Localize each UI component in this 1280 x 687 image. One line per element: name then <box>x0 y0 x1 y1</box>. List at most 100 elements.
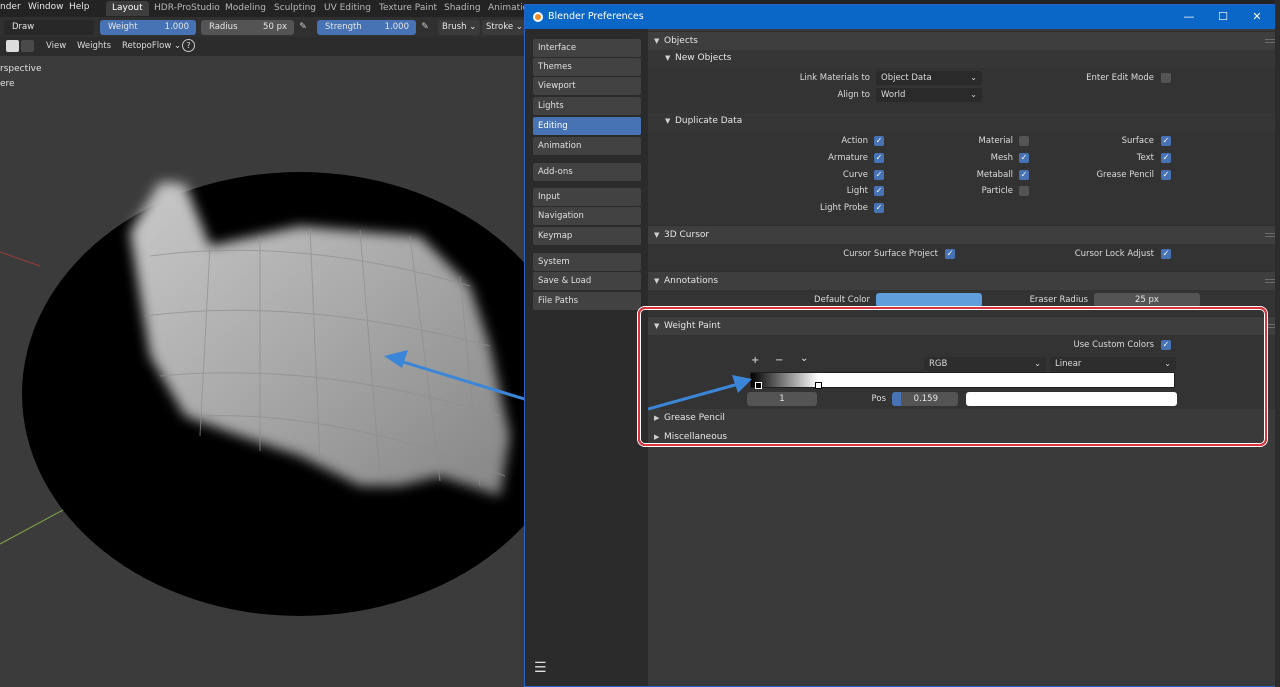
tab-sculpting[interactable]: Sculpting <box>268 1 322 16</box>
weight-field[interactable]: Weight 1.000 <box>100 20 196 35</box>
enter-edit-mode-checkbox[interactable] <box>1161 73 1171 83</box>
view-menu[interactable]: View <box>46 41 66 51</box>
panel-miscellaneous-header[interactable]: ▶ Miscellaneous <box>648 428 1280 442</box>
tab-texture-paint[interactable]: Texture Paint <box>373 1 443 16</box>
tab-uv-editing[interactable]: UV Editing <box>318 1 377 16</box>
dup-curve-label: Curve <box>842 170 868 180</box>
brush-name: Draw <box>12 22 35 32</box>
dup-surface-checkbox[interactable]: ✓ <box>1161 136 1171 146</box>
strength-pressure-icon[interactable]: ✎ <box>419 20 431 35</box>
sidebar-item-lights[interactable]: Lights <box>533 97 641 115</box>
sidebar-item-editing[interactable]: Editing <box>533 117 641 135</box>
subpanel-duplicate-data-header[interactable]: ▼ Duplicate Data <box>648 113 1280 131</box>
chevron-down-icon: ⌄ <box>1034 359 1041 368</box>
dup-light-probe-checkbox[interactable]: ✓ <box>874 203 884 213</box>
subpanel-new-objects-header[interactable]: ▼ New Objects <box>648 50 1280 68</box>
dup-mesh-checkbox[interactable]: ✓ <box>1019 153 1029 163</box>
maximize-button[interactable]: ☐ <box>1208 8 1238 26</box>
dup-light-checkbox[interactable]: ✓ <box>874 186 884 196</box>
radius-pressure-icon[interactable]: ✎ <box>297 20 309 35</box>
sidebar-item-input[interactable]: Input <box>533 188 641 206</box>
dup-mesh-label: Mesh <box>990 153 1013 163</box>
strength-field[interactable]: Strength 1.000 <box>317 20 416 35</box>
weights-menu[interactable]: Weights <box>77 41 111 51</box>
sidebar-item-themes[interactable]: Themes <box>533 58 641 76</box>
view-perspective-label: rspective <box>0 64 42 74</box>
sidebar-item-file-paths[interactable]: File Paths <box>533 292 641 310</box>
tab-modeling[interactable]: Modeling <box>219 1 272 16</box>
eraser-radius-field[interactable]: 25 px <box>1094 293 1200 307</box>
link-materials-select[interactable]: Object Data ⌄ <box>876 71 982 85</box>
close-button[interactable]: ✕ <box>1242 8 1272 26</box>
stroke-menu[interactable]: Stroke ⌄ <box>482 20 527 35</box>
dup-particle-checkbox[interactable] <box>1019 186 1029 196</box>
default-color-swatch[interactable] <box>876 293 982 307</box>
align-to-select[interactable]: World ⌄ <box>876 88 982 102</box>
dup-action-checkbox[interactable]: ✓ <box>874 136 884 146</box>
color-mode-value: RGB <box>929 359 948 369</box>
panel-weight-paint-title: Weight Paint <box>664 321 721 331</box>
panel-annotations-header[interactable]: ▼ Annotations <box>648 271 1280 290</box>
panel-3d-cursor-body <box>648 244 1280 271</box>
sidebar-item-viewport[interactable]: Viewport <box>533 77 641 95</box>
cursor-surface-project-checkbox[interactable]: ✓ <box>945 249 955 259</box>
sidebar-item-navigation[interactable]: Navigation <box>533 207 641 225</box>
menu-help[interactable]: Help <box>69 2 90 12</box>
minimize-button[interactable]: — <box>1174 8 1204 26</box>
brush-menu[interactable]: Brush ⌄ <box>438 20 481 35</box>
panel-annotations-title: Annotations <box>664 276 719 286</box>
preferences-menu-icon[interactable]: ☰ <box>534 660 547 676</box>
preferences-sidebar: Interface Themes Viewport Lights Editing… <box>525 29 648 686</box>
retopoflow-menu[interactable]: RetopoFlow ⌄ <box>122 41 181 51</box>
panel-weight-paint-header[interactable]: ▼ Weight Paint <box>648 316 1280 335</box>
expand-triangle-icon: ▼ <box>654 37 660 45</box>
drag-grip-icon[interactable] <box>1265 39 1275 43</box>
viewport-header: View Weights RetopoFlow ⌄ ? <box>0 37 530 56</box>
cursor-lock-adjust-checkbox[interactable]: ✓ <box>1161 249 1171 259</box>
radius-field[interactable]: Radius 50 px <box>201 20 294 35</box>
pos-field[interactable]: 0.159 <box>892 392 958 406</box>
sidebar-item-save-load[interactable]: Save & Load <box>533 272 641 290</box>
preferences-title-bar[interactable]: Blender Preferences — ☐ ✕ <box>525 5 1279 29</box>
use-custom-colors-checkbox[interactable]: ✓ <box>1161 340 1171 350</box>
x-axis-line <box>0 251 41 267</box>
color-mode-select[interactable]: RGB ⌄ <box>924 357 1046 371</box>
menu-blender[interactable]: nder <box>0 2 21 12</box>
sidebar-item-interface[interactable]: Interface <box>533 39 641 57</box>
tab-shading[interactable]: Shading <box>438 1 487 16</box>
drag-grip-icon[interactable] <box>1265 233 1275 237</box>
align-to-label: Align to <box>837 90 870 100</box>
sidebar-item-addons[interactable]: Add-ons <box>533 163 641 181</box>
dup-material-checkbox[interactable] <box>1019 136 1029 146</box>
dup-metaball-checkbox[interactable]: ✓ <box>1019 170 1029 180</box>
drag-grip-icon[interactable] <box>1265 279 1275 283</box>
dup-text-checkbox[interactable]: ✓ <box>1161 153 1171 163</box>
tab-layout[interactable]: Layout <box>106 1 149 16</box>
collapse-triangle-icon: ▶ <box>654 433 660 441</box>
dup-curve-checkbox[interactable]: ✓ <box>874 170 884 180</box>
brush-name-field[interactable]: Draw <box>4 20 94 35</box>
mode-toggle-a[interactable] <box>6 40 19 52</box>
help-icon[interactable]: ? <box>182 39 195 52</box>
sidebar-item-animation[interactable]: Animation <box>533 137 641 155</box>
mode-toggle-b[interactable] <box>21 40 34 52</box>
sidebar-item-system[interactable]: System <box>533 253 641 271</box>
panel-objects-header[interactable]: ▼ Objects <box>648 31 1280 50</box>
ramp-stop-white[interactable] <box>814 382 822 389</box>
dup-grease-pencil-checkbox[interactable]: ✓ <box>1161 170 1171 180</box>
stop-color-swatch[interactable] <box>966 392 1177 406</box>
menu-window[interactable]: Window <box>28 2 64 12</box>
panel-3d-cursor-header[interactable]: ▼ 3D Cursor <box>648 225 1280 244</box>
subpanel-new-objects-title: New Objects <box>675 53 732 63</box>
dup-material-label: Material <box>978 136 1013 146</box>
drag-grip-icon[interactable] <box>1265 324 1275 328</box>
dup-armature-checkbox[interactable]: ✓ <box>874 153 884 163</box>
3d-viewport[interactable]: rspective ere <box>0 56 530 687</box>
interpolation-select[interactable]: Linear ⌄ <box>1050 357 1176 371</box>
sidebar-item-keymap[interactable]: Keymap <box>533 227 641 245</box>
radius-label: Radius <box>209 22 238 32</box>
dup-surface-label: Surface <box>1121 136 1154 146</box>
dup-light-label: Light <box>846 186 868 196</box>
tab-hdr-prostudio[interactable]: HDR-ProStudio <box>148 1 226 16</box>
pos-label: Pos <box>871 394 886 404</box>
